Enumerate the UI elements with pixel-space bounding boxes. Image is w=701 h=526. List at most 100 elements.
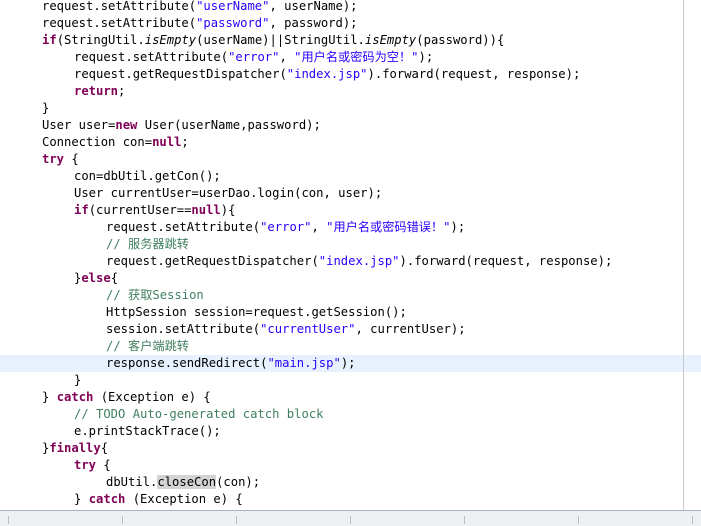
code-line-content: if(StringUtil.isEmpty(userName)||StringU…	[42, 32, 504, 49]
code-text: request.getRequestDispatcher(	[106, 254, 319, 268]
keyword: if	[74, 203, 89, 217]
code-line-content: if(currentUser==null){	[74, 202, 235, 219]
code-text: {	[100, 441, 109, 455]
code-line-content: }	[42, 100, 49, 117]
code-text: ,	[279, 50, 295, 64]
code-line-content: User currentUser=userDao.login(con, user…	[74, 185, 382, 202]
bottom-panel-bar	[0, 510, 701, 526]
code-line-content: // 客户端跳转	[106, 338, 189, 355]
code-text: request.setAttribute(	[106, 220, 261, 234]
keyword: catch	[56, 390, 94, 404]
keyword: else	[81, 271, 111, 285]
code-line[interactable]: request.setAttribute("password", passwor…	[0, 15, 701, 32]
code-line-content: response.sendRedirect("main.jsp");	[106, 355, 356, 372]
current-code-line[interactable]: response.sendRedirect("main.jsp");	[0, 355, 701, 372]
code-line-content: HttpSession session=request.getSession()…	[106, 304, 407, 321]
panel-divider	[8, 516, 9, 524]
comment: // 客户端跳转	[106, 339, 189, 353]
panel-divider	[122, 516, 123, 524]
code-line[interactable]: Connection con=null;	[0, 134, 701, 151]
string-literal: "currentUser"	[260, 322, 356, 336]
code-line[interactable]: }	[0, 372, 701, 389]
code-text: HttpSession session=request.getSession()…	[106, 305, 407, 319]
code-line[interactable]: con=dbUtil.getCon();	[0, 168, 701, 185]
code-line[interactable]: // 获取Session	[0, 287, 701, 304]
code-text: , password);	[269, 16, 358, 30]
string-literal: "index.jsp"	[286, 67, 368, 81]
code-line-content: request.setAttribute("error", "用户名或密码为空！…	[74, 49, 433, 66]
string-literal: "error"	[228, 50, 280, 64]
code-line[interactable]: // 服务器跳转	[0, 236, 701, 253]
code-text: request.setAttribute(	[74, 50, 229, 64]
string-literal: "用户名或密码错误！"	[326, 220, 451, 234]
code-line[interactable]: try {	[0, 457, 701, 474]
panel-divider	[578, 516, 579, 524]
code-text: );	[340, 356, 356, 370]
code-line[interactable]: } catch (Exception e) {	[0, 389, 701, 406]
code-line[interactable]: User user=new User(userName,password);	[0, 117, 701, 134]
code-line-content: }finally{	[42, 440, 108, 457]
code-line-content: return;	[74, 83, 125, 100]
code-line[interactable]: request.getRequestDispatcher("index.jsp"…	[0, 66, 701, 83]
code-text: User(userName,password);	[137, 118, 321, 132]
code-line[interactable]: HttpSession session=request.getSession()…	[0, 304, 701, 321]
code-text: {	[96, 458, 111, 472]
code-text: (Exception e) {	[125, 492, 243, 506]
code-line[interactable]: return;	[0, 83, 701, 100]
code-line-content: e.printStackTrace();	[74, 423, 221, 440]
keyword: return	[74, 84, 119, 98]
code-line[interactable]: }else{	[0, 270, 701, 287]
code-line[interactable]: }	[0, 100, 701, 117]
comment: // TODO Auto-generated catch block	[74, 407, 324, 421]
code-line[interactable]: } catch (Exception e) {	[0, 491, 701, 508]
code-line[interactable]: dbUtil.closeCon(con);	[0, 474, 701, 491]
code-text: {	[64, 152, 79, 166]
code-line-content: // TODO Auto-generated catch block	[74, 406, 323, 423]
code-line-content: // 获取Session	[106, 287, 204, 304]
code-text: , currentUser);	[355, 322, 466, 336]
code-text: ){	[220, 203, 236, 217]
code-line[interactable]: User currentUser=userDao.login(con, user…	[0, 185, 701, 202]
code-line[interactable]: if(currentUser==null){	[0, 202, 701, 219]
code-line[interactable]: if(StringUtil.isEmpty(userName)||StringU…	[0, 32, 701, 49]
code-line-content: Connection con=null;	[42, 134, 189, 151]
code-line[interactable]: session.setAttribute("currentUser", curr…	[0, 321, 701, 338]
code-text: (StringUtil.	[56, 33, 145, 47]
code-line-content: con=dbUtil.getCon();	[74, 168, 221, 185]
code-text: request.setAttribute(	[42, 16, 197, 30]
code-line[interactable]: request.setAttribute("userName", userNam…	[0, 0, 701, 15]
code-line-content: request.setAttribute("password", passwor…	[42, 15, 358, 32]
code-line[interactable]: request.getRequestDispatcher("index.jsp"…	[0, 253, 701, 270]
string-literal: "error"	[260, 220, 312, 234]
static-method-call: isEmpty	[144, 33, 197, 47]
string-literal: "userName"	[196, 0, 270, 13]
string-literal: "用户名或密码为空！"	[294, 50, 419, 64]
keyword: null	[191, 203, 221, 217]
code-line-content: request.getRequestDispatcher("index.jsp"…	[74, 66, 580, 83]
code-line-content: try {	[42, 151, 79, 168]
code-line[interactable]: e.printStackTrace();	[0, 423, 701, 440]
code-text: Connection con=	[42, 135, 153, 149]
comment: // 服务器跳转	[106, 237, 189, 251]
code-line[interactable]: try {	[0, 151, 701, 168]
code-text: );	[418, 50, 434, 64]
code-line-content: User user=new User(userName,password);	[42, 117, 321, 134]
keyword: finally	[49, 441, 101, 455]
code-editor[interactable]: request.setAttribute("userName", userNam…	[0, 0, 701, 510]
code-line[interactable]: }finally{	[0, 440, 701, 457]
keyword: try	[42, 152, 65, 166]
code-text: {	[110, 271, 119, 285]
code-line-content: try {	[74, 457, 111, 474]
code-line[interactable]: // TODO Auto-generated catch block	[0, 406, 701, 423]
code-text: User user=	[42, 118, 116, 132]
code-line[interactable]: request.setAttribute("error", "用户名或密码错误！…	[0, 219, 701, 236]
code-text: ;	[118, 84, 126, 98]
comment: // 获取Session	[106, 288, 204, 302]
code-line[interactable]: request.setAttribute("error", "用户名或密码为空！…	[0, 49, 701, 66]
string-literal: "index.jsp"	[318, 254, 400, 268]
code-line[interactable]: // 客户端跳转	[0, 338, 701, 355]
code-text: e.printStackTrace();	[74, 424, 221, 438]
editor-right-margin	[683, 0, 684, 510]
code-text: (password)){	[416, 33, 505, 47]
panel-divider	[236, 516, 237, 524]
